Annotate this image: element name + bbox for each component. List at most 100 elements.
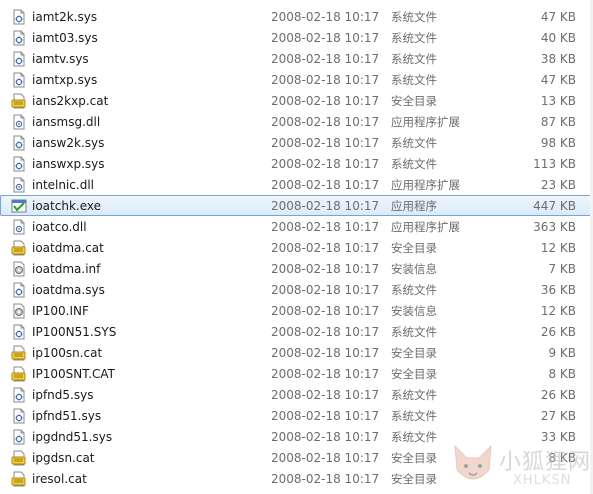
file-row[interactable]: ipfnd5.sys 2008-02-18 10:17 系统文件 26 KB bbox=[0, 384, 593, 405]
file-type: 系统文件 bbox=[391, 73, 437, 87]
file-name[interactable]: intelnic.dll bbox=[32, 175, 94, 196]
file-row[interactable]: ioatco.dll 2008-02-18 10:17 应用程序扩展 363 KB bbox=[0, 216, 593, 237]
file-size: 40 KB bbox=[540, 31, 576, 45]
file-type: 安全目录 bbox=[391, 451, 437, 465]
file-row[interactable]: intelnic.dll 2008-02-18 10:17 应用程序扩展 23 KB bbox=[0, 174, 593, 195]
file-name[interactable]: ipgdnd51.sys bbox=[32, 427, 112, 448]
file-name[interactable]: ioatdma.sys bbox=[32, 280, 105, 301]
file-type: 安全目录 bbox=[391, 94, 437, 108]
file-name[interactable]: ip100sn.cat bbox=[32, 343, 102, 364]
file-type: 系统文件 bbox=[391, 52, 437, 66]
sys-file-icon bbox=[11, 135, 27, 151]
file-row[interactable]: ianswxp.sys 2008-02-18 10:17 系统文件 113 KB bbox=[0, 153, 593, 174]
file-name[interactable]: iamt03.sys bbox=[32, 28, 98, 49]
file-date: 2008-02-18 10:17 bbox=[271, 451, 380, 465]
dll-file-icon bbox=[11, 219, 27, 235]
file-size: 87 KB bbox=[540, 115, 576, 129]
file-date: 2008-02-18 10:17 bbox=[271, 199, 380, 213]
file-date: 2008-02-18 10:17 bbox=[271, 157, 380, 171]
file-row[interactable]: iansw2k.sys 2008-02-18 10:17 系统文件 98 KB bbox=[0, 132, 593, 153]
inf-file-icon bbox=[11, 303, 27, 319]
file-type: 系统文件 bbox=[391, 325, 437, 339]
sys-file-icon bbox=[11, 9, 27, 25]
file-name[interactable]: IP100.INF bbox=[32, 301, 89, 322]
file-date: 2008-02-18 10:17 bbox=[271, 220, 380, 234]
file-name[interactable]: iresol.cat bbox=[32, 469, 87, 490]
file-row[interactable]: iansmsg.dll 2008-02-18 10:17 应用程序扩展 87 KB bbox=[0, 111, 593, 132]
file-name[interactable]: ioatdma.inf bbox=[32, 259, 100, 280]
file-size: 12 KB bbox=[540, 241, 576, 255]
file-date: 2008-02-18 10:17 bbox=[271, 388, 380, 402]
file-date: 2008-02-18 10:17 bbox=[271, 94, 380, 108]
file-type: 系统文件 bbox=[391, 430, 437, 444]
file-type: 系统文件 bbox=[391, 157, 437, 171]
file-date: 2008-02-18 10:17 bbox=[271, 367, 380, 381]
sys-file-icon bbox=[11, 30, 27, 46]
file-date: 2008-02-18 10:17 bbox=[271, 304, 380, 318]
sys-file-icon bbox=[11, 429, 27, 445]
file-row[interactable]: ip100sn.cat 2008-02-18 10:17 安全目录 9 KB bbox=[0, 342, 593, 363]
file-type: 安全目录 bbox=[391, 241, 437, 255]
file-name[interactable]: ipgdsn.cat bbox=[32, 448, 95, 469]
file-row[interactable]: IP100.INF 2008-02-18 10:17 安装信息 12 KB bbox=[0, 300, 593, 321]
file-type: 系统文件 bbox=[391, 409, 437, 423]
file-date: 2008-02-18 10:17 bbox=[271, 241, 380, 255]
dll-file-icon bbox=[11, 177, 27, 193]
file-size: 27 KB bbox=[540, 409, 576, 423]
file-name[interactable]: ipfnd5.sys bbox=[32, 385, 93, 406]
file-row[interactable]: iamtxp.sys 2008-02-18 10:17 系统文件 47 KB bbox=[0, 69, 593, 90]
file-type: 应用程序扩展 bbox=[391, 115, 460, 129]
file-size: 26 KB bbox=[540, 325, 576, 339]
file-row[interactable]: IP100N51.SYS 2008-02-18 10:17 系统文件 26 KB bbox=[0, 321, 593, 342]
file-name[interactable]: iamtv.sys bbox=[32, 49, 89, 70]
file-name[interactable]: ioatco.dll bbox=[32, 217, 87, 238]
cat-file-icon bbox=[11, 450, 27, 466]
file-name[interactable]: ians2kxp.cat bbox=[32, 91, 108, 112]
file-size: 38 KB bbox=[540, 52, 576, 66]
file-name[interactable]: ianswxp.sys bbox=[32, 154, 105, 175]
file-size: 23 KB bbox=[540, 178, 576, 192]
file-row[interactable]: ioatdma.sys 2008-02-18 10:17 系统文件 36 KB bbox=[0, 279, 593, 300]
file-name[interactable]: IP100SNT.CAT bbox=[32, 364, 115, 385]
file-size: 8 KB bbox=[548, 367, 576, 381]
cat-file-icon bbox=[11, 366, 27, 382]
file-size: 26 KB bbox=[540, 388, 576, 402]
file-name[interactable]: ioatchk.exe bbox=[32, 196, 101, 217]
file-row[interactable]: ioatchk.exe 2008-02-18 10:17 应用程序 447 KB bbox=[0, 195, 593, 216]
file-type: 应用程序扩展 bbox=[391, 220, 460, 234]
file-date: 2008-02-18 10:17 bbox=[271, 115, 380, 129]
file-row[interactable]: ioatdma.cat 2008-02-18 10:17 安全目录 12 KB bbox=[0, 237, 593, 258]
file-date: 2008-02-18 10:17 bbox=[271, 325, 380, 339]
file-date: 2008-02-18 10:17 bbox=[271, 136, 380, 150]
file-size: 113 KB bbox=[533, 157, 576, 171]
file-name[interactable]: iamt2k.sys bbox=[32, 7, 97, 28]
file-row[interactable]: iamt03.sys 2008-02-18 10:17 系统文件 40 KB bbox=[0, 27, 593, 48]
file-size: 7 KB bbox=[548, 262, 576, 276]
file-row[interactable]: iamtv.sys 2008-02-18 10:17 系统文件 38 KB bbox=[0, 48, 593, 69]
file-date: 2008-02-18 10:17 bbox=[271, 472, 380, 486]
file-row[interactable]: iamt2k.sys 2008-02-18 10:17 系统文件 47 KB bbox=[0, 6, 593, 27]
file-date: 2008-02-18 10:17 bbox=[271, 52, 380, 66]
file-size: 36 KB bbox=[540, 283, 576, 297]
file-row[interactable]: ioatdma.inf 2008-02-18 10:17 安装信息 7 KB bbox=[0, 258, 593, 279]
file-size: 47 KB bbox=[540, 73, 576, 87]
file-name[interactable]: ipfnd51.sys bbox=[32, 406, 101, 427]
file-name[interactable]: iansw2k.sys bbox=[32, 133, 104, 154]
file-name[interactable]: ioatdma.cat bbox=[32, 238, 104, 259]
file-type: 系统文件 bbox=[391, 283, 437, 297]
file-name[interactable]: IP100N51.SYS bbox=[32, 322, 116, 343]
file-name[interactable]: iamtxp.sys bbox=[32, 70, 97, 91]
file-size: 9 KB bbox=[548, 346, 576, 360]
cat-file-icon bbox=[11, 471, 27, 487]
file-row[interactable]: ians2kxp.cat 2008-02-18 10:17 安全目录 13 KB bbox=[0, 90, 593, 111]
file-name[interactable]: iansmsg.dll bbox=[32, 112, 100, 133]
sys-file-icon bbox=[11, 51, 27, 67]
file-date: 2008-02-18 10:17 bbox=[271, 283, 380, 297]
sys-file-icon bbox=[11, 156, 27, 172]
file-row[interactable]: IP100SNT.CAT 2008-02-18 10:17 安全目录 8 KB bbox=[0, 363, 593, 384]
file-row[interactable]: ipfnd51.sys 2008-02-18 10:17 系统文件 27 KB bbox=[0, 405, 593, 426]
file-type: 安装信息 bbox=[391, 304, 437, 318]
file-type: 系统文件 bbox=[391, 10, 437, 24]
file-date: 2008-02-18 10:17 bbox=[271, 31, 380, 45]
sys-file-icon bbox=[11, 324, 27, 340]
